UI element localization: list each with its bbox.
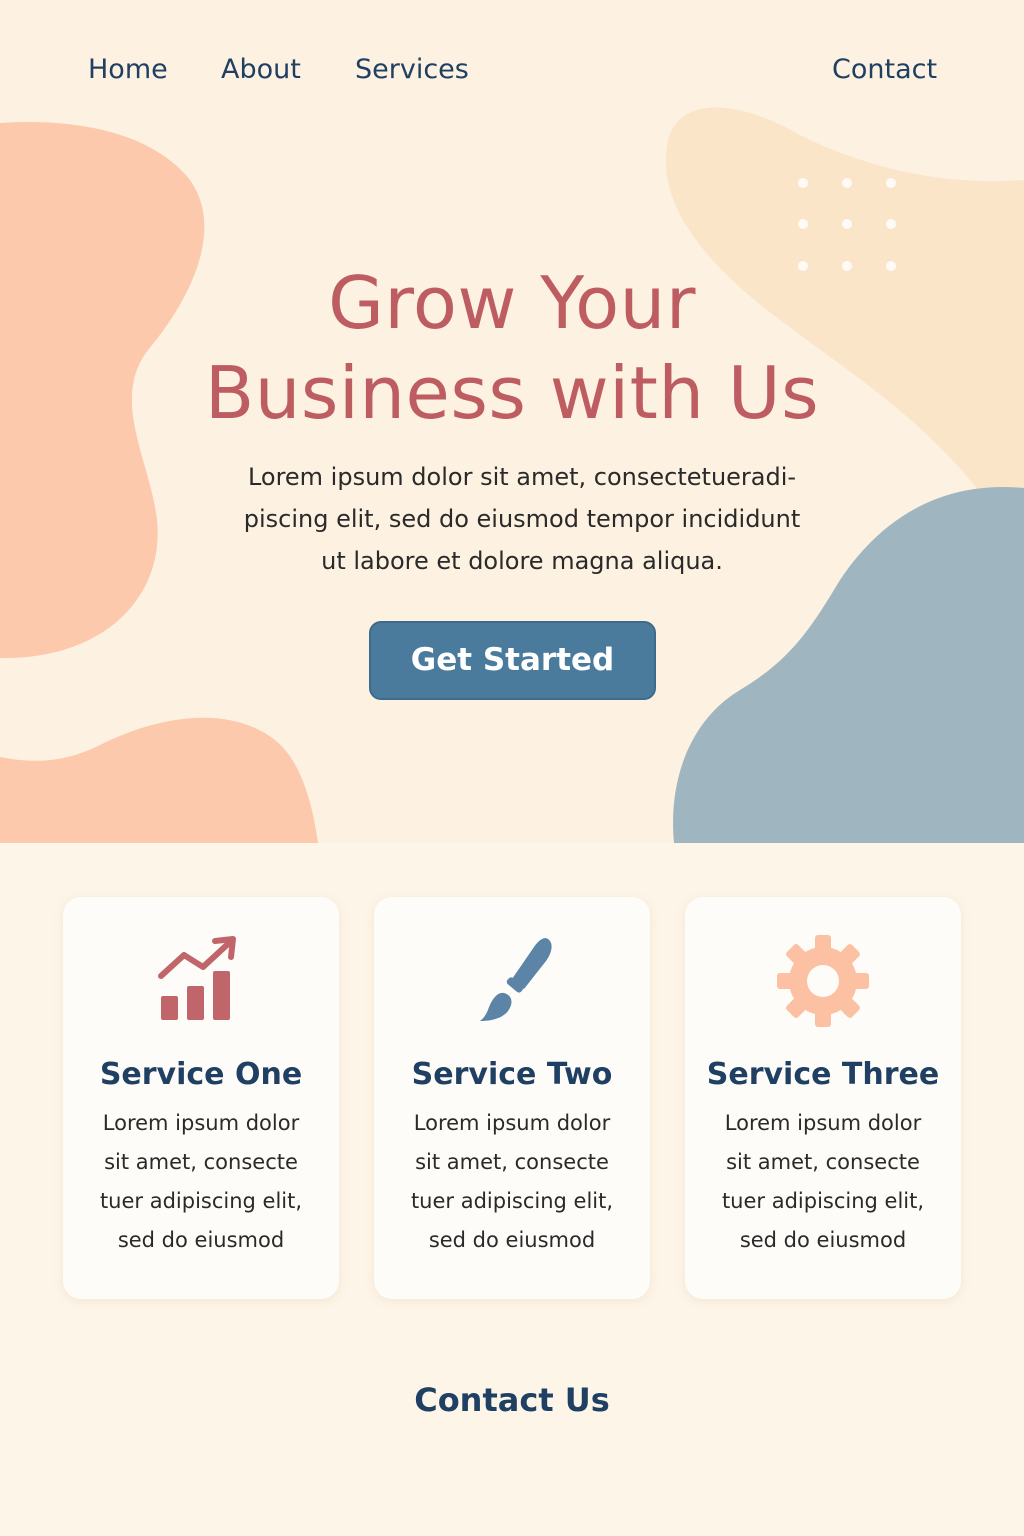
- service-card-body: Lorem ipsum dolor sit amet, consecte tue…: [81, 1104, 321, 1260]
- nav-about-link[interactable]: About: [221, 52, 301, 88]
- service-card-body-line: sed do eiusmod: [428, 1228, 596, 1252]
- hero-subtitle-line: piscing elit, sed do eiusmod tempor inci…: [243, 505, 801, 533]
- service-card-body-line: tuer adipiscing elit,: [721, 1189, 925, 1213]
- nav-home-link[interactable]: Home: [88, 52, 168, 88]
- service-card-two[interactable]: Service Two Lorem ipsum dolor sit amet, …: [374, 897, 650, 1299]
- growth-chart-icon: [158, 936, 236, 1020]
- service-card-body-line: Lorem ipsum dolor: [102, 1111, 300, 1135]
- landing-page: Home About Services Contact Grow Your Bu…: [0, 0, 1024, 1536]
- hero-subtitle-line: ut labore et dolore magna aliqua.: [321, 547, 723, 575]
- service-card-body-line: sit amet, consecte: [726, 1150, 920, 1174]
- hero-title-line: Business with Us: [204, 351, 820, 435]
- peach-blob-bottom: [0, 717, 318, 843]
- service-card-title: Service Two: [411, 1057, 613, 1092]
- nav-services-link[interactable]: Services: [355, 52, 469, 88]
- service-card-body-line: sit amet, consecte: [104, 1150, 298, 1174]
- service-card-body-line: sed do eiusmod: [117, 1228, 285, 1252]
- service-card-title: Service Three: [706, 1057, 940, 1092]
- service-card-body: Lorem ipsum dolor sit amet, consecte tue…: [703, 1104, 943, 1260]
- service-card-body: Lorem ipsum dolor sit amet, consecte tue…: [392, 1104, 632, 1260]
- contact-us-heading: Contact Us: [414, 1381, 610, 1419]
- gear-icon: [777, 935, 869, 1027]
- hero-section: Home About Services Contact Grow Your Bu…: [0, 0, 1024, 843]
- service-card-body-line: sit amet, consecte: [415, 1150, 609, 1174]
- service-card-three[interactable]: Service Three Lorem ipsum dolor sit amet…: [685, 897, 961, 1299]
- service-card-body-line: tuer adipiscing elit,: [410, 1189, 614, 1213]
- hero-subtitle: Lorem ipsum dolor sit amet, consectetuer…: [212, 456, 832, 582]
- hero-title: Grow Your Business with Us: [112, 258, 912, 438]
- service-card-body-line: Lorem ipsum dolor: [724, 1111, 922, 1135]
- service-card-title: Service One: [99, 1057, 303, 1092]
- paintbrush-icon: [480, 938, 552, 1021]
- hero-subtitle-line: Lorem ipsum dolor sit amet, consectetuer…: [247, 463, 797, 491]
- service-card-one[interactable]: Service One Lorem ipsum dolor sit amet, …: [63, 897, 339, 1299]
- get-started-button[interactable]: Get Started: [369, 621, 656, 700]
- service-card-body-line: tuer adipiscing elit,: [99, 1189, 303, 1213]
- nav-contact-link[interactable]: Contact: [832, 52, 937, 88]
- service-card-body-line: sed do eiusmod: [739, 1228, 907, 1252]
- hero-title-line: Grow Your: [328, 261, 696, 345]
- service-card-body-line: Lorem ipsum dolor: [413, 1111, 611, 1135]
